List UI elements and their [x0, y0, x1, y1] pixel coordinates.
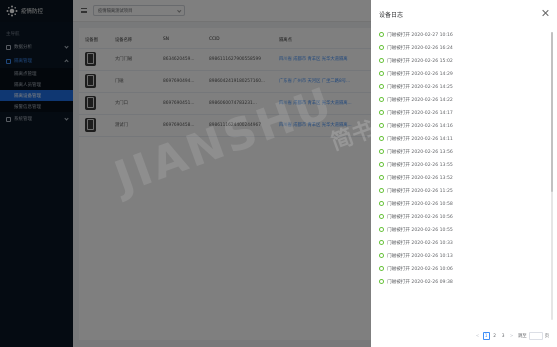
status-dot-icon — [379, 240, 384, 245]
log-text: 门磁被打开 2020-02-27 10:16 — [387, 32, 453, 38]
device-log-drawer: 设备日志 门磁被打开 2020-02-27 10:16 门磁被打开 2020-02… — [371, 0, 557, 347]
goto-label: 跳至 — [518, 334, 527, 339]
log-text: 门磁被打开 2020-02-26 14:16 — [387, 123, 453, 129]
log-text: 门磁被打开 2020-02-26 10:13 — [387, 253, 453, 259]
page-button[interactable]: 2 — [491, 332, 498, 340]
log-item: 门磁被打开 2020-02-26 14:29 — [379, 67, 547, 80]
log-item: 门磁被打开 2020-02-26 15:02 — [379, 54, 547, 67]
log-text: 门磁被打开 2020-02-26 10:55 — [387, 227, 453, 233]
log-item: 门磁被打开 2020-02-26 13:56 — [379, 145, 547, 158]
status-dot-icon — [379, 253, 384, 258]
log-item: 门磁被打开 2020-02-26 10:13 — [379, 249, 547, 262]
log-item: 门磁被打开 2020-02-26 14:25 — [379, 80, 547, 93]
status-dot-icon — [379, 188, 384, 193]
drawer-title: 设备日志 — [379, 11, 404, 19]
status-dot-icon — [379, 71, 384, 76]
log-text: 门磁被打开 2020-02-26 10:56 — [387, 214, 453, 220]
log-item: 门磁被打开 2020-02-26 11:25 — [379, 184, 547, 197]
pagination: < 123 > 跳至 页 — [371, 331, 557, 341]
log-item: 门磁被打开 2020-02-26 14:16 — [379, 119, 547, 132]
page-button[interactable]: 3 — [500, 332, 507, 340]
log-item: 门磁被打开 2020-02-27 10:16 — [379, 28, 547, 41]
log-item: 门磁被打开 2020-02-26 13:55 — [379, 158, 547, 171]
status-dot-icon — [379, 149, 384, 154]
log-text: 门磁被打开 2020-02-26 13:52 — [387, 175, 453, 181]
status-dot-icon — [379, 266, 384, 271]
log-text: 门磁被打开 2020-02-26 11:25 — [387, 188, 453, 194]
status-dot-icon — [379, 214, 384, 219]
scrollbar-thumb[interactable] — [551, 32, 553, 192]
log-item: 门磁被打开 2020-02-26 14:22 — [379, 93, 547, 106]
log-item: 门磁被打开 2020-02-26 10:55 — [379, 223, 547, 236]
goto-page-input[interactable] — [528, 332, 543, 340]
log-text: 门磁被打开 2020-02-26 09:38 — [387, 279, 453, 285]
log-list[interactable]: 门磁被打开 2020-02-27 10:16 门磁被打开 2020-02-26 1… — [379, 28, 547, 323]
log-item: 门磁被打开 2020-02-26 16:24 — [379, 41, 547, 54]
log-item: 门磁被打开 2020-02-26 10:58 — [379, 197, 547, 210]
page-button[interactable]: 1 — [482, 332, 490, 340]
log-text: 门磁被打开 2020-02-26 13:55 — [387, 162, 453, 168]
log-text: 门磁被打开 2020-02-26 10:06 — [387, 266, 453, 272]
drawer-header: 设备日志 — [371, 0, 557, 28]
log-item: 门磁被打开 2020-02-26 10:56 — [379, 210, 547, 223]
log-text: 门磁被打开 2020-02-26 14:17 — [387, 110, 453, 116]
log-item: 门磁被打开 2020-02-26 14:17 — [379, 106, 547, 119]
status-dot-icon — [379, 175, 384, 180]
next-page-button[interactable]: > — [508, 332, 515, 340]
status-dot-icon — [379, 136, 384, 141]
log-item: 门磁被打开 2020-02-26 10:06 — [379, 262, 547, 275]
status-dot-icon — [379, 123, 384, 128]
prev-page-button[interactable]: < — [474, 332, 481, 340]
log-text: 门磁被打开 2020-02-26 15:02 — [387, 58, 453, 64]
status-dot-icon — [379, 110, 384, 115]
log-item: 门磁被打开 2020-02-26 14:11 — [379, 132, 547, 145]
status-dot-icon — [379, 84, 384, 89]
status-dot-icon — [379, 58, 384, 63]
scrollbar[interactable] — [551, 32, 553, 320]
status-dot-icon — [379, 227, 384, 232]
log-item: 门磁被打开 2020-02-26 13:52 — [379, 171, 547, 184]
page-suffix: 页 — [544, 334, 549, 339]
status-dot-icon — [379, 279, 384, 284]
log-text: 门磁被打开 2020-02-26 10:58 — [387, 201, 453, 207]
log-text: 门磁被打开 2020-02-26 14:29 — [387, 71, 453, 77]
log-item: 门磁被打开 2020-02-26 09:38 — [379, 275, 547, 288]
log-text: 门磁被打开 2020-02-26 14:25 — [387, 84, 453, 90]
page-buttons: 123 — [481, 332, 507, 340]
status-dot-icon — [379, 162, 384, 167]
close-icon[interactable] — [541, 9, 549, 17]
log-text: 门磁被打开 2020-02-26 14:11 — [387, 136, 453, 142]
status-dot-icon — [379, 32, 384, 37]
log-item: 门磁被打开 2020-02-26 10:33 — [379, 236, 547, 249]
log-text: 门磁被打开 2020-02-26 14:22 — [387, 97, 453, 103]
log-text: 门磁被打开 2020-02-26 16:24 — [387, 45, 453, 51]
status-dot-icon — [379, 201, 384, 206]
status-dot-icon — [379, 45, 384, 50]
status-dot-icon — [379, 97, 384, 102]
log-text: 门磁被打开 2020-02-26 13:56 — [387, 149, 453, 155]
log-text: 门磁被打开 2020-02-26 10:33 — [387, 240, 453, 246]
